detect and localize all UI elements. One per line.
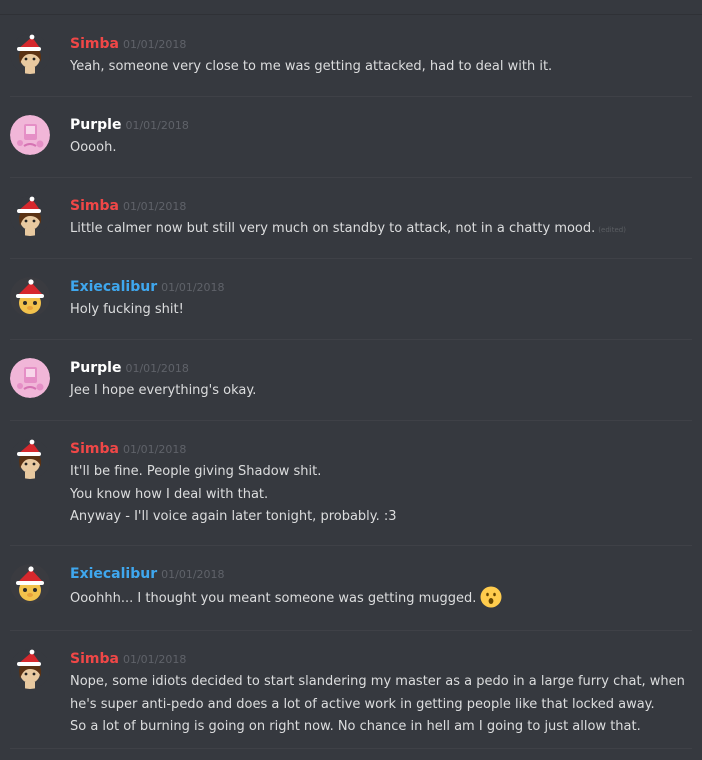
- message-text: Ooohhh... I thought you meant someone wa…: [70, 591, 477, 606]
- message-header: Simba 01/01/2018: [70, 195, 186, 217]
- message-group: Exiecalibur 01/01/2018 Holy fucking shit!: [0, 259, 702, 340]
- author-name[interactable]: Simba: [70, 651, 119, 667]
- message-text: Jee I hope everything's okay.: [70, 383, 257, 398]
- timestamp: 01/01/2018: [161, 568, 225, 581]
- purple-avatar[interactable]: [10, 115, 50, 155]
- message-text: Yeah, someone very close to me was getti…: [70, 59, 553, 74]
- message-text-row: Little calmer now but still very much on…: [70, 218, 670, 242]
- timestamp: 01/01/2018: [122, 653, 187, 666]
- timestamp: 01/01/2018: [122, 38, 187, 51]
- message-group: Simba 01/01/2018 Yeah, someone very close…: [0, 16, 702, 97]
- message-group: Simba 01/01/2018 Little calmer now but st…: [0, 178, 702, 259]
- message-header: Simba 01/01/2018: [70, 33, 186, 55]
- simba-avatar[interactable]: [10, 439, 50, 479]
- message-text: So a lot of burning is going on right no…: [70, 719, 641, 734]
- message-content: Ooooh.: [70, 137, 670, 160]
- message-header: Simba 01/01/2018: [70, 438, 186, 460]
- message-header: Exiecalibur 01/01/2018: [70, 563, 225, 585]
- simba-avatar[interactable]: [10, 34, 50, 74]
- message-header: Purple 01/01/2018: [70, 114, 189, 136]
- message-group: Simba 01/01/2018 Nope, some idiots decide…: [0, 631, 702, 760]
- message-content: Yeah, someone very close to me was getti…: [70, 56, 670, 79]
- exiecalibur-avatar[interactable]: [10, 277, 50, 317]
- message-group: Simba 01/01/2018 It'll be fine. People gi…: [0, 421, 702, 546]
- top-divider: [0, 14, 702, 15]
- message-content: Jee I hope everything's okay.: [70, 380, 670, 403]
- message-content: Little calmer now but still very much on…: [70, 218, 670, 242]
- simba-avatar[interactable]: [10, 649, 50, 689]
- message-text: Little calmer now but still very much on…: [70, 221, 596, 236]
- exiecalibur-avatar[interactable]: [10, 564, 50, 604]
- message-text: You know how I deal with that.: [70, 486, 269, 502]
- author-name[interactable]: Exiecalibur: [70, 566, 157, 582]
- timestamp: 01/01/2018: [161, 281, 225, 294]
- author-name[interactable]: Simba: [70, 198, 119, 214]
- message-header: Simba 01/01/2018: [70, 648, 186, 670]
- message-divider: [10, 748, 692, 749]
- message-content: It'll be fine. People giving Shadow shit…: [70, 461, 670, 529]
- author-name[interactable]: Purple: [70, 360, 121, 376]
- message-text-row: Ooohhh... I thought you meant someone wa…: [70, 586, 670, 611]
- simba-avatar[interactable]: [10, 196, 50, 236]
- timestamp: 01/01/2018: [125, 119, 189, 132]
- message-content: Holy fucking shit!: [70, 299, 670, 322]
- message-group: Purple 01/01/2018 Ooooh.: [0, 97, 702, 178]
- message-text: Holy fucking shit!: [70, 302, 184, 317]
- author-name[interactable]: Simba: [70, 36, 119, 52]
- message-group: Purple 01/01/2018 Jee I hope everything's…: [0, 340, 702, 421]
- message-content: Ooohhh... I thought you meant someone wa…: [70, 586, 670, 611]
- purple-avatar[interactable]: [10, 358, 50, 398]
- message-content: Nope, some idiots decided to start sland…: [70, 671, 685, 739]
- timestamp: 01/01/2018: [125, 362, 189, 375]
- author-name[interactable]: Exiecalibur: [70, 279, 157, 295]
- message-header: Purple 01/01/2018: [70, 357, 189, 379]
- timestamp: 01/01/2018: [122, 200, 187, 213]
- timestamp: 01/01/2018: [122, 443, 187, 456]
- hushed-face-emoji: [480, 586, 502, 608]
- message-text: Anyway - I'll voice again later tonight,…: [70, 509, 397, 524]
- message-text: Nope, some idiots decided to start sland…: [70, 674, 685, 689]
- edited-label: (edited): [598, 226, 626, 234]
- author-name[interactable]: Purple: [70, 117, 121, 133]
- message-text: he's super anti-pedo and does a lot of a…: [70, 696, 655, 712]
- author-name[interactable]: Simba: [70, 441, 119, 457]
- message-text: Ooooh.: [70, 140, 117, 155]
- message-group: Exiecalibur 01/01/2018 Ooohhh... I though…: [0, 546, 702, 631]
- message-header: Exiecalibur 01/01/2018: [70, 276, 225, 298]
- message-text: It'll be fine. People giving Shadow shit…: [70, 464, 322, 479]
